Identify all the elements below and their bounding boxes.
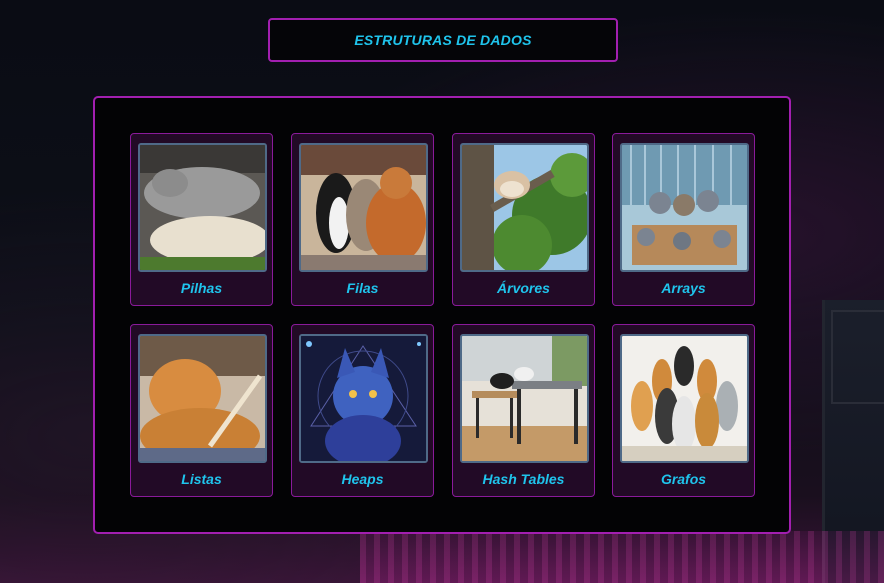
data-structures-panel: Pilhas Filas Árvores Arrays Listas Heaps… xyxy=(93,96,791,534)
cat-in-tree-image xyxy=(460,143,589,272)
card-label: Heaps xyxy=(341,471,384,487)
card-filas[interactable]: Filas xyxy=(291,133,434,306)
blue-crystal-cat-image xyxy=(299,334,428,463)
card-pilhas[interactable]: Pilhas xyxy=(130,133,273,306)
page-title-box: ESTRUTURAS DE DADOS xyxy=(268,18,618,62)
card-label: Arrays xyxy=(661,280,706,296)
card-listas[interactable]: Listas xyxy=(130,324,273,497)
card-label: Filas xyxy=(346,280,379,296)
card-label: Árvores xyxy=(497,280,550,296)
card-heaps[interactable]: Heaps xyxy=(291,324,434,497)
page-title: ESTRUTURAS DE DADOS xyxy=(354,32,532,48)
background-city-lights xyxy=(360,531,884,583)
card-label: Hash Tables xyxy=(482,471,565,487)
card-label: Listas xyxy=(181,471,222,487)
orange-cat-image xyxy=(138,334,267,463)
card-hash-tables[interactable]: Hash Tables xyxy=(452,324,595,497)
card-label: Pilhas xyxy=(180,280,223,296)
card-arvores[interactable]: Árvores xyxy=(452,133,595,306)
cats-in-boxes-image xyxy=(620,143,749,272)
card-grafos[interactable]: Grafos xyxy=(612,324,755,497)
queued-cats-image xyxy=(299,143,428,272)
card-arrays[interactable]: Arrays xyxy=(612,133,755,306)
grid-cats-image xyxy=(620,334,749,463)
stacked-cats-image xyxy=(138,143,267,272)
card-label: Grafos xyxy=(660,471,707,487)
cats-on-tables-image xyxy=(460,334,589,463)
